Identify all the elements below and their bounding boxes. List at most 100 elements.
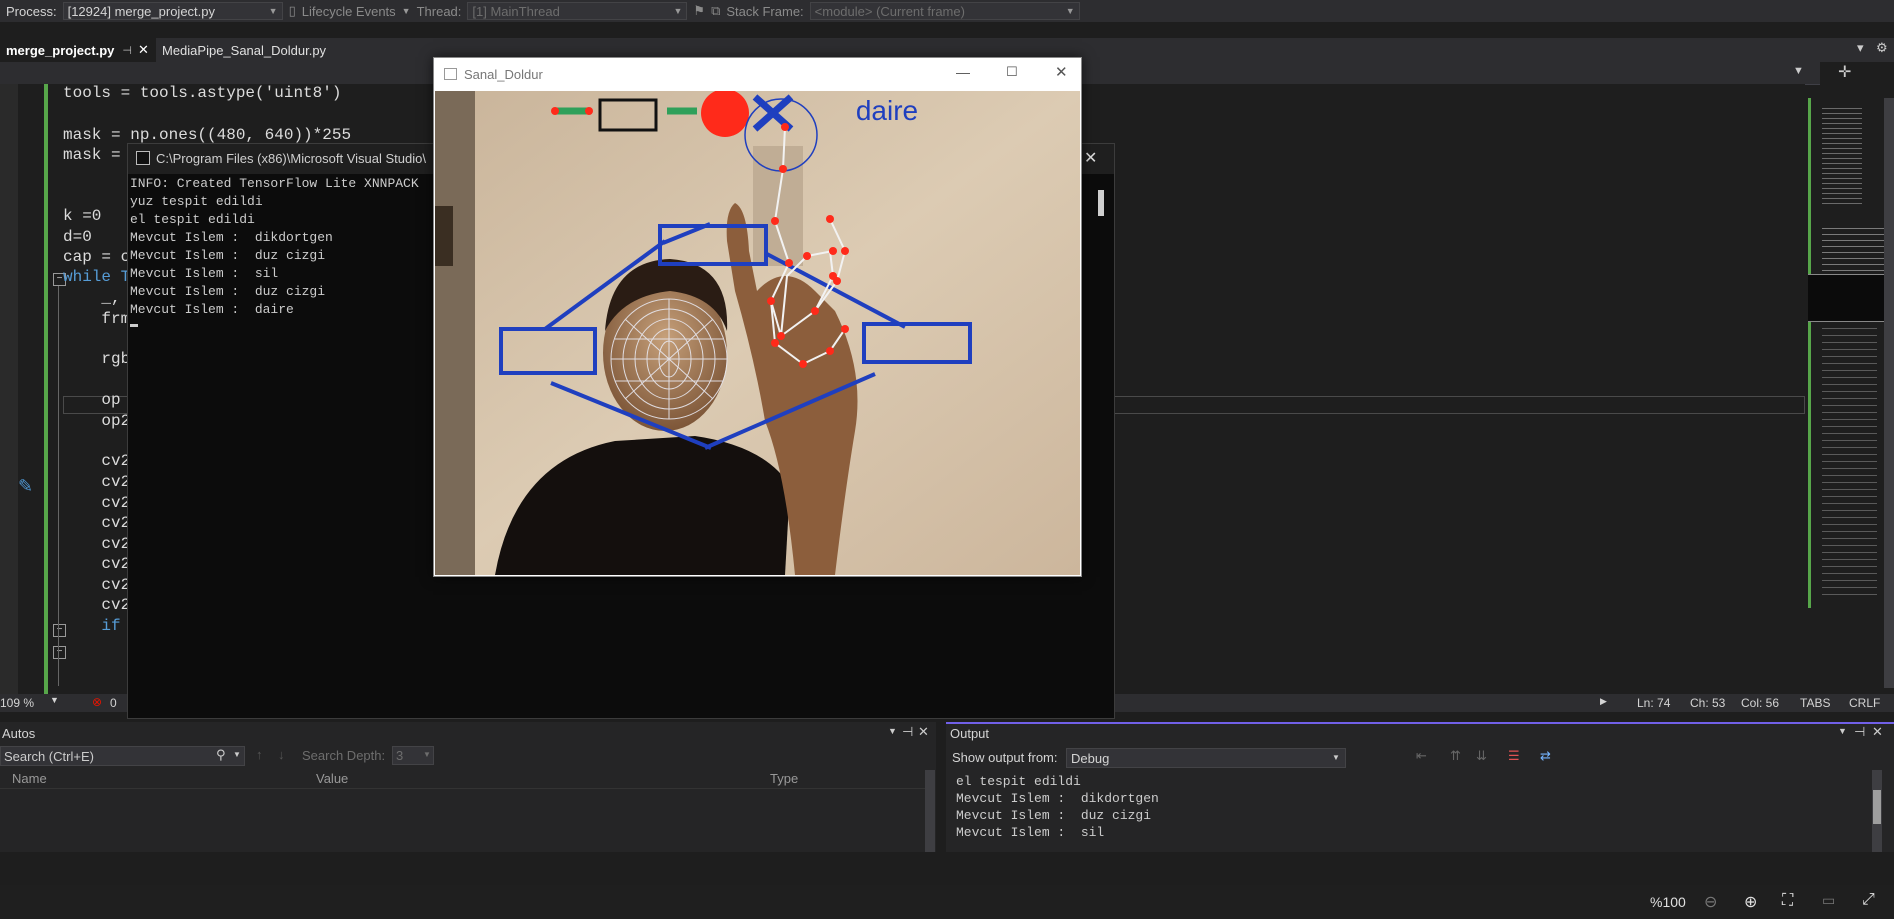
console-line: Mevcut Islem : sil	[130, 266, 279, 281]
console-line: el tespit edildi	[130, 212, 255, 227]
chevron-down-icon[interactable]: ▼	[1838, 726, 1847, 736]
brush-icon: ✎	[18, 476, 34, 496]
output-panel: Output ▼ ⊣ ✕ Show output from: Debug ▼ ⇤…	[946, 722, 1894, 852]
actual-size-icon[interactable]: ▭	[1822, 892, 1835, 909]
column-header-type[interactable]: Type	[770, 771, 798, 786]
close-icon[interactable]: ✕	[1084, 148, 1097, 168]
code-minimap[interactable]	[1808, 98, 1884, 608]
autos-title: Autos	[2, 725, 36, 741]
code-line: op	[63, 391, 121, 409]
console-line: INFO: Created TensorFlow Lite XNNPACK	[130, 176, 419, 191]
collapse-icon[interactable]: −	[53, 646, 66, 659]
chevron-down-icon[interactable]: ▼	[50, 695, 59, 705]
zoom-in-icon[interactable]: ⊕	[1744, 892, 1757, 912]
autos-search-input[interactable]: Search (Ctrl+E) ⚲ ▼	[0, 746, 245, 766]
console-scrollbar-thumb[interactable]	[1098, 190, 1104, 216]
char-number: Ch: 53	[1690, 696, 1726, 710]
fit-screen-icon[interactable]: ⛶	[1782, 892, 1793, 910]
code-line: d=0	[63, 228, 92, 246]
pin-icon[interactable]: ⊣	[122, 44, 132, 57]
output-line: Mevcut Islem : dikdortgen	[956, 791, 1159, 806]
output-line: Mevcut Islem : duz cizgi	[956, 808, 1152, 823]
code-line: cv2	[63, 596, 131, 614]
output-title: Output	[950, 725, 990, 741]
tab-label: merge_project.py	[6, 42, 115, 58]
code-line: while T	[63, 268, 131, 286]
chevron-down-icon[interactable]: ▼	[233, 750, 241, 759]
console-icon	[136, 151, 150, 165]
arrow-up-icon[interactable]: ↑	[256, 747, 263, 762]
search-depth-combo[interactable]: 3 ▼	[392, 746, 434, 765]
flag-icon[interactable]: ⚑	[693, 3, 705, 19]
vertical-scrollbar[interactable]	[1884, 98, 1894, 688]
error-count[interactable]: 0	[110, 696, 117, 710]
prev-message-icon[interactable]: ⇈	[1450, 748, 1461, 764]
lifecycle-events-button[interactable]: Lifecycle Events	[302, 4, 396, 19]
code-line: tools = tools.astype('uint8')	[63, 84, 342, 102]
output-header: Output ▼ ⊣ ✕	[946, 722, 1894, 744]
column-header-value[interactable]: Value	[316, 771, 348, 786]
code-line: cv2	[63, 535, 131, 553]
settings-icon[interactable]: ⚙	[1876, 40, 1888, 56]
chevron-down-icon: ▼	[1065, 6, 1075, 16]
output-line: el tespit edildi	[956, 774, 1081, 789]
word-wrap-icon[interactable]: ⇄	[1540, 748, 1551, 764]
code-line: cv2	[63, 494, 131, 512]
pin-icon[interactable]: ⊣	[902, 724, 913, 740]
maximize-icon[interactable]: ☐	[1006, 64, 1018, 80]
tab-merge-project[interactable]: merge_project.py ⊣ ✕	[0, 38, 156, 62]
autos-header: Autos ▼ ⊣ ✕	[0, 722, 936, 744]
stack-frame-combo[interactable]: <module> (Current frame) ▼	[809, 2, 1080, 20]
video-window[interactable]: Sanal_Doldur — ☐ ✕ daire	[433, 57, 1082, 577]
process-combo[interactable]: [12924] merge_project.py ▼	[62, 2, 283, 20]
circle-tool-icon	[701, 91, 749, 137]
thread-value: [1] MainThread	[472, 3, 560, 19]
find-message-icon[interactable]: ⇤	[1416, 748, 1427, 764]
close-icon[interactable]: ✕	[1872, 724, 1883, 740]
close-icon[interactable]: ✕	[918, 724, 929, 740]
pin-icon[interactable]: ⊣	[1854, 724, 1865, 740]
chevron-down-icon[interactable]: ▼	[888, 726, 897, 736]
column-header-name[interactable]: Name	[12, 771, 47, 786]
tabs-indicator[interactable]: TABS	[1800, 696, 1830, 710]
camera-feed: daire	[435, 91, 1080, 575]
tab-overflow-icon[interactable]: ▾	[1857, 40, 1864, 56]
chevron-down-icon: ▼	[673, 6, 683, 16]
window-icon	[444, 68, 457, 80]
console-line: Mevcut Islem : daire	[130, 302, 294, 317]
stack-frame-label: Stack Frame:	[726, 3, 804, 19]
zoom-level[interactable]: 109 %	[0, 696, 34, 710]
code-line: rgb	[63, 350, 131, 368]
next-message-icon[interactable]: ⇊	[1476, 748, 1487, 764]
clear-all-icon[interactable]: ☰	[1508, 748, 1520, 764]
code-line: k =0	[63, 207, 102, 225]
tab-mediapipe-sanal-doldur[interactable]: MediaPipe_Sanal_Doldur.py	[156, 38, 376, 62]
output-line: Mevcut Islem : sil	[956, 825, 1105, 840]
close-icon[interactable]: ✕	[1055, 63, 1068, 81]
scroll-right-icon[interactable]: ▶	[1600, 696, 1607, 707]
console-line: Mevcut Islem : duz cizgi	[130, 284, 326, 299]
expand-icon[interactable]: ⤢	[1862, 891, 1875, 909]
minimize-icon[interactable]: —	[956, 64, 970, 80]
console-line: yuz tespit edildi	[130, 194, 263, 209]
arrow-down-icon[interactable]: ↓	[278, 747, 285, 762]
column-number: Col: 56	[1741, 696, 1780, 710]
editor-gutter: − − − ✎	[0, 84, 66, 694]
zoom-out-icon[interactable]: ⊖	[1704, 892, 1717, 912]
chevron-down-icon[interactable]: ▼	[1793, 65, 1804, 77]
console-title: C:\Program Files (x86)\Microsoft Visual …	[156, 151, 426, 166]
output-scrollbar[interactable]	[1872, 770, 1882, 852]
close-icon[interactable]: ✕	[138, 42, 149, 58]
thread-label: Thread:	[416, 3, 462, 19]
autos-scrollbar[interactable]	[925, 770, 935, 852]
autos-column-headers: Name Value Type	[0, 770, 925, 789]
line-ending[interactable]: CRLF	[1849, 696, 1880, 710]
code-line: cv2	[63, 514, 131, 532]
output-text[interactable]: el tespit edildi Mevcut Islem : dikdortg…	[956, 774, 1876, 852]
filter-icon[interactable]: ⧉	[711, 3, 720, 19]
split-icon[interactable]: ✛	[1838, 62, 1851, 82]
thread-combo[interactable]: [1] MainThread ▼	[467, 2, 688, 20]
error-icon[interactable]: ⊗	[92, 695, 102, 709]
output-source-combo[interactable]: Debug ▼	[1066, 748, 1346, 768]
search-icon[interactable]: ⚲	[216, 747, 226, 763]
